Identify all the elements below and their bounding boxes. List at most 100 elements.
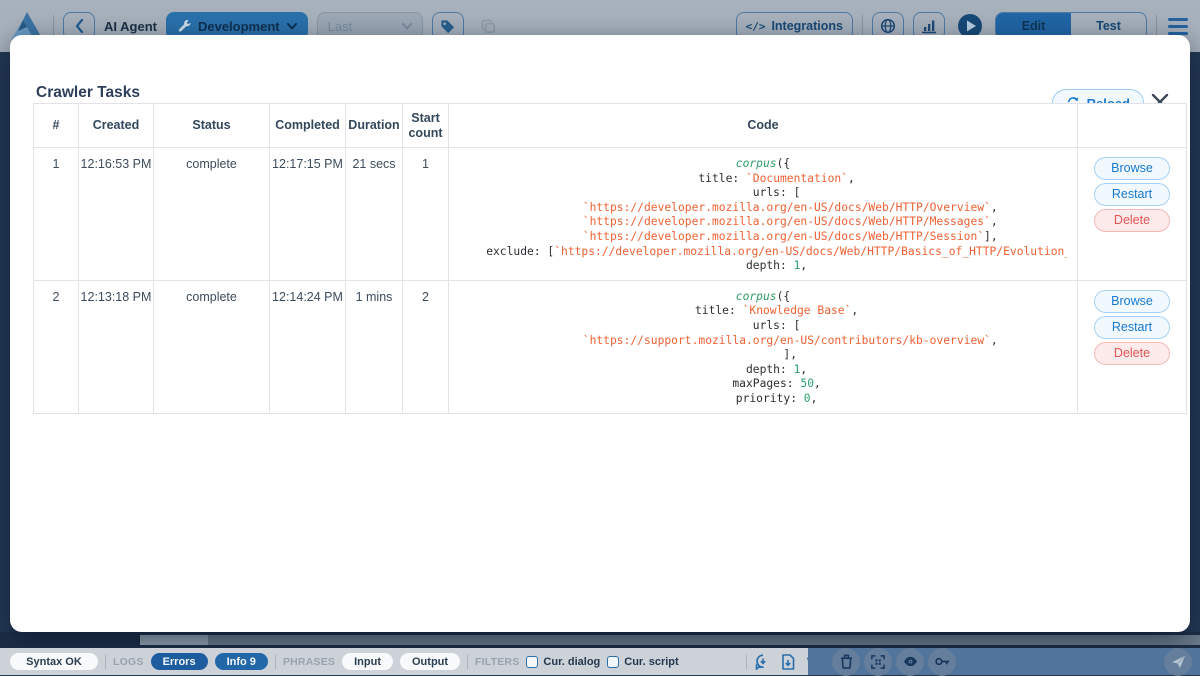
app-title: AI Agent	[104, 19, 157, 34]
app-root: AI Agent Development Last	[0, 0, 1200, 675]
code-line: exclude: [`https://developer.mozilla.org…	[459, 245, 1067, 260]
code-line: title: `Knowledge Base`,	[459, 304, 1067, 319]
code-block: corpus({ title: `Documentation`, urls: […	[459, 157, 1067, 274]
bottom-scroll-strip	[0, 632, 1200, 648]
completed-time: 12:14:24 PM	[270, 280, 346, 413]
code-cell: corpus({ title: `Knowledge Base`, urls: …	[449, 280, 1078, 413]
created-time: 12:16:53 PM	[79, 148, 154, 281]
browse-button[interactable]: Browse	[1094, 290, 1170, 313]
restart-button[interactable]: Restart	[1094, 183, 1170, 206]
start-count: 2	[403, 280, 449, 413]
crawler-table-body: 112:16:53 PMcomplete12:17:15 PM21 secs1c…	[34, 148, 1187, 414]
completed-time: 12:17:15 PM	[270, 148, 346, 281]
chat-download-icon	[755, 654, 771, 670]
send-plane-icon	[1171, 655, 1186, 669]
divider	[746, 655, 747, 669]
col-header-status: Status	[154, 104, 270, 148]
code-line: `https://developer.mozilla.org/en-US/doc…	[459, 230, 1067, 245]
watch-button[interactable]	[896, 648, 924, 676]
code-line: `https://support.mozilla.org/en-US/contr…	[459, 334, 1067, 349]
input-badge[interactable]: Input	[342, 653, 393, 670]
info-badge[interactable]: Info 9	[215, 653, 268, 670]
syntax-status-badge[interactable]: Syntax OK	[10, 653, 98, 670]
col-header-completed: Completed	[270, 104, 346, 148]
export-file-button[interactable]	[779, 653, 797, 671]
phrases-label: PHRASES	[283, 656, 335, 668]
row-number: 2	[34, 280, 79, 413]
cur-dialog-checkbox-input[interactable]	[526, 656, 538, 668]
horizontal-scrollbar-track[interactable]	[140, 635, 1200, 645]
modal-title: Crawler Tasks	[36, 84, 140, 102]
code-line: corpus({	[459, 157, 1067, 172]
restart-button[interactable]: Restart	[1094, 316, 1170, 339]
logs-label: LOGS	[113, 656, 144, 668]
horizontal-scrollbar-handle[interactable]	[140, 635, 208, 645]
code-line: urls: [	[459, 319, 1067, 334]
code-line: depth: 1,	[459, 363, 1067, 378]
eye-icon	[903, 656, 918, 667]
delete-button[interactable]: Delete	[1094, 342, 1170, 365]
code-line: title: `Documentation`,	[459, 172, 1067, 187]
code-line: priority: 0,	[459, 392, 1067, 407]
status-text: complete	[154, 148, 270, 281]
actions-cell: Browse Restart Delete	[1078, 280, 1187, 413]
output-badge[interactable]: Output	[400, 653, 460, 670]
browse-button[interactable]: Browse	[1094, 157, 1170, 180]
code-icon: </>	[746, 20, 766, 33]
crawler-task-row: 212:13:18 PMcomplete12:14:24 PM1 mins2co…	[34, 280, 1187, 413]
bar-chart-icon	[921, 18, 937, 34]
cur-dialog-checkbox[interactable]: Cur. dialog	[526, 656, 600, 668]
code-line: depth: 1,	[459, 259, 1067, 274]
code-line: maxPages: 50,	[459, 377, 1067, 392]
code-line: corpus({	[459, 290, 1067, 305]
status-bar: Syntax OK LOGS Errors Info 9 PHRASES Inp…	[0, 648, 1200, 675]
col-header-created: Created	[79, 104, 154, 148]
scan-qr-button[interactable]	[864, 648, 892, 676]
divider	[105, 655, 106, 669]
status-bar-right	[808, 648, 1200, 675]
crawler-tasks-table: # Created Status Completed Duration Star…	[33, 103, 1187, 414]
clear-chat-button[interactable]	[832, 648, 860, 676]
chevron-down-icon	[402, 23, 412, 30]
col-header-number: #	[34, 104, 79, 148]
table-header-row: # Created Status Completed Duration Star…	[34, 104, 1187, 148]
code-line: `https://developer.mozilla.org/en-US/doc…	[459, 201, 1067, 216]
code-line: `https://developer.mozilla.org/en-US/doc…	[459, 215, 1067, 230]
cur-dialog-label: Cur. dialog	[543, 656, 600, 668]
col-header-actions	[1078, 104, 1187, 148]
send-button[interactable]	[1164, 648, 1192, 676]
cur-script-label: Cur. script	[624, 656, 678, 668]
trash-icon	[840, 654, 853, 669]
code-cell: corpus({ title: `Documentation`, urls: […	[449, 148, 1078, 281]
delete-button[interactable]: Delete	[1094, 209, 1170, 232]
status-text: complete	[154, 280, 270, 413]
copy-icon	[481, 19, 496, 34]
cur-script-checkbox-input[interactable]	[607, 656, 619, 668]
created-time: 12:13:18 PM	[79, 280, 154, 413]
actions-cell: Browse Restart Delete	[1078, 148, 1187, 281]
divider	[467, 655, 468, 669]
filters-label: FILTERS	[475, 656, 519, 668]
menu-icon[interactable]	[1166, 16, 1190, 37]
back-chevron-icon	[75, 19, 84, 33]
divider	[275, 655, 276, 669]
globe-icon	[880, 18, 896, 34]
col-header-duration: Duration	[346, 104, 403, 148]
divider	[862, 15, 863, 37]
duration-text: 21 secs	[346, 148, 403, 281]
col-header-start-count: Start count	[403, 104, 449, 148]
chevron-down-icon	[287, 23, 297, 30]
cur-script-checkbox[interactable]: Cur. script	[607, 656, 678, 668]
row-number: 1	[34, 148, 79, 281]
integrations-label: Integrations	[771, 19, 843, 33]
file-download-icon	[781, 654, 795, 670]
code-line: ],	[459, 348, 1067, 363]
errors-badge[interactable]: Errors	[151, 653, 208, 670]
col-header-code: Code	[449, 104, 1078, 148]
code-block: corpus({ title: `Knowledge Base`, urls: …	[459, 290, 1067, 407]
api-key-button[interactable]	[928, 648, 956, 676]
export-dialog-button[interactable]	[754, 653, 772, 671]
key-icon	[935, 657, 950, 666]
development-mode-label: Development	[198, 19, 280, 34]
wrench-icon	[177, 19, 191, 33]
